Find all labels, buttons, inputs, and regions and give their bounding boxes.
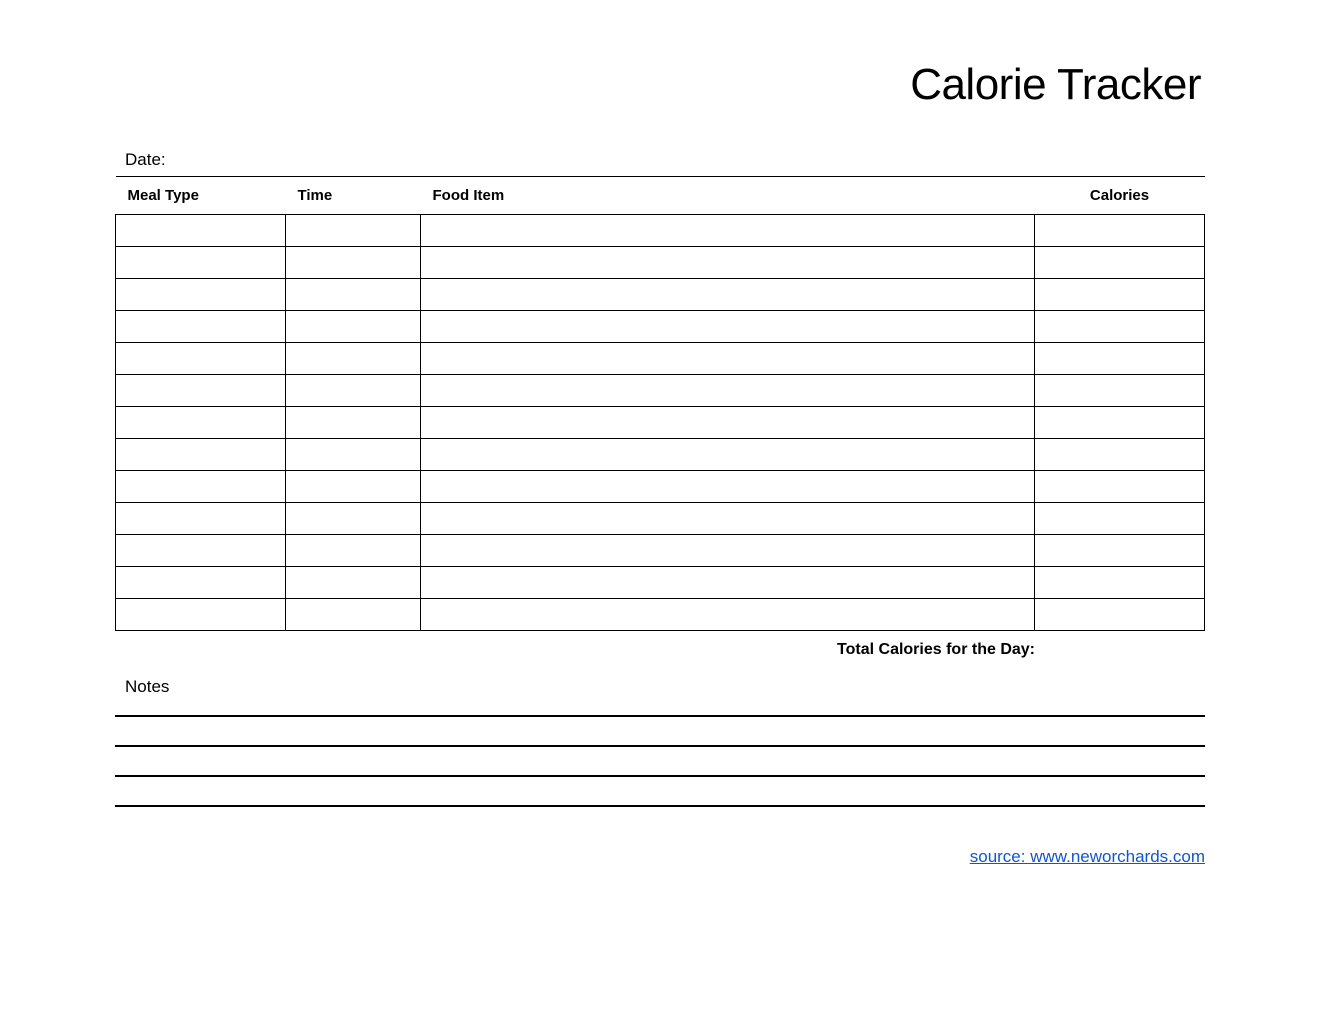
table-header-row: Meal Type Time Food Item Calories: [116, 177, 1205, 215]
cell-meal-type[interactable]: [116, 311, 286, 343]
cell-food-item[interactable]: [421, 439, 1035, 471]
cell-time[interactable]: [286, 247, 421, 279]
table-row: [116, 343, 1205, 375]
header-meal-type: Meal Type: [116, 177, 286, 215]
cell-food-item[interactable]: [421, 343, 1035, 375]
header-time: Time: [286, 177, 421, 215]
calorie-table: Meal Type Time Food Item Calories: [115, 176, 1205, 631]
cell-time[interactable]: [286, 311, 421, 343]
cell-meal-type[interactable]: [116, 247, 286, 279]
cell-food-item[interactable]: [421, 599, 1035, 631]
total-calories-row: Total Calories for the Day:: [115, 641, 1205, 659]
cell-meal-type[interactable]: [116, 599, 286, 631]
header-food-item: Food Item: [421, 177, 1035, 215]
cell-calories[interactable]: [1035, 503, 1205, 535]
cell-time[interactable]: [286, 599, 421, 631]
notes-lines-container: [115, 715, 1205, 807]
cell-calories[interactable]: [1035, 599, 1205, 631]
cell-calories[interactable]: [1035, 535, 1205, 567]
source-link[interactable]: source: www.neworchards.com: [970, 847, 1205, 866]
cell-meal-type[interactable]: [116, 343, 286, 375]
table-row: [116, 279, 1205, 311]
note-line[interactable]: [115, 715, 1205, 717]
header-calories: Calories: [1035, 177, 1205, 215]
table-row: [116, 471, 1205, 503]
table-row: [116, 375, 1205, 407]
cell-calories[interactable]: [1035, 375, 1205, 407]
note-line[interactable]: [115, 745, 1205, 747]
cell-meal-type[interactable]: [116, 535, 286, 567]
table-row: [116, 439, 1205, 471]
table-row: [116, 247, 1205, 279]
cell-food-item[interactable]: [421, 407, 1035, 439]
cell-food-item[interactable]: [421, 471, 1035, 503]
cell-time[interactable]: [286, 407, 421, 439]
total-calories-label: Total Calories for the Day:: [837, 641, 1035, 659]
note-line[interactable]: [115, 805, 1205, 807]
cell-food-item[interactable]: [421, 311, 1035, 343]
table-row: [116, 535, 1205, 567]
cell-calories[interactable]: [1035, 215, 1205, 247]
table-row: [116, 599, 1205, 631]
cell-food-item[interactable]: [421, 215, 1035, 247]
cell-calories[interactable]: [1035, 567, 1205, 599]
cell-calories[interactable]: [1035, 279, 1205, 311]
cell-food-item[interactable]: [421, 503, 1035, 535]
table-row: [116, 215, 1205, 247]
cell-meal-type[interactable]: [116, 439, 286, 471]
cell-food-item[interactable]: [421, 535, 1035, 567]
cell-calories[interactable]: [1035, 439, 1205, 471]
cell-calories[interactable]: [1035, 343, 1205, 375]
cell-calories[interactable]: [1035, 407, 1205, 439]
table-row: [116, 503, 1205, 535]
table-row: [116, 567, 1205, 599]
cell-food-item[interactable]: [421, 375, 1035, 407]
cell-meal-type[interactable]: [116, 407, 286, 439]
cell-time[interactable]: [286, 535, 421, 567]
cell-time[interactable]: [286, 279, 421, 311]
cell-calories[interactable]: [1035, 247, 1205, 279]
cell-time[interactable]: [286, 215, 421, 247]
cell-meal-type[interactable]: [116, 471, 286, 503]
cell-time[interactable]: [286, 471, 421, 503]
table-row: [116, 311, 1205, 343]
cell-food-item[interactable]: [421, 247, 1035, 279]
page-title: Calorie Tracker: [115, 60, 1201, 110]
cell-meal-type[interactable]: [116, 279, 286, 311]
cell-meal-type[interactable]: [116, 503, 286, 535]
cell-time[interactable]: [286, 343, 421, 375]
cell-time[interactable]: [286, 503, 421, 535]
notes-label: Notes: [115, 677, 1205, 697]
cell-time[interactable]: [286, 375, 421, 407]
cell-calories[interactable]: [1035, 311, 1205, 343]
cell-time[interactable]: [286, 439, 421, 471]
cell-meal-type[interactable]: [116, 567, 286, 599]
cell-calories[interactable]: [1035, 471, 1205, 503]
cell-time[interactable]: [286, 567, 421, 599]
note-line[interactable]: [115, 775, 1205, 777]
cell-meal-type[interactable]: [116, 375, 286, 407]
cell-food-item[interactable]: [421, 279, 1035, 311]
table-row: [116, 407, 1205, 439]
cell-food-item[interactable]: [421, 567, 1035, 599]
source-link-container: source: www.neworchards.com: [115, 847, 1205, 867]
date-label: Date:: [115, 150, 1205, 170]
cell-meal-type[interactable]: [116, 215, 286, 247]
